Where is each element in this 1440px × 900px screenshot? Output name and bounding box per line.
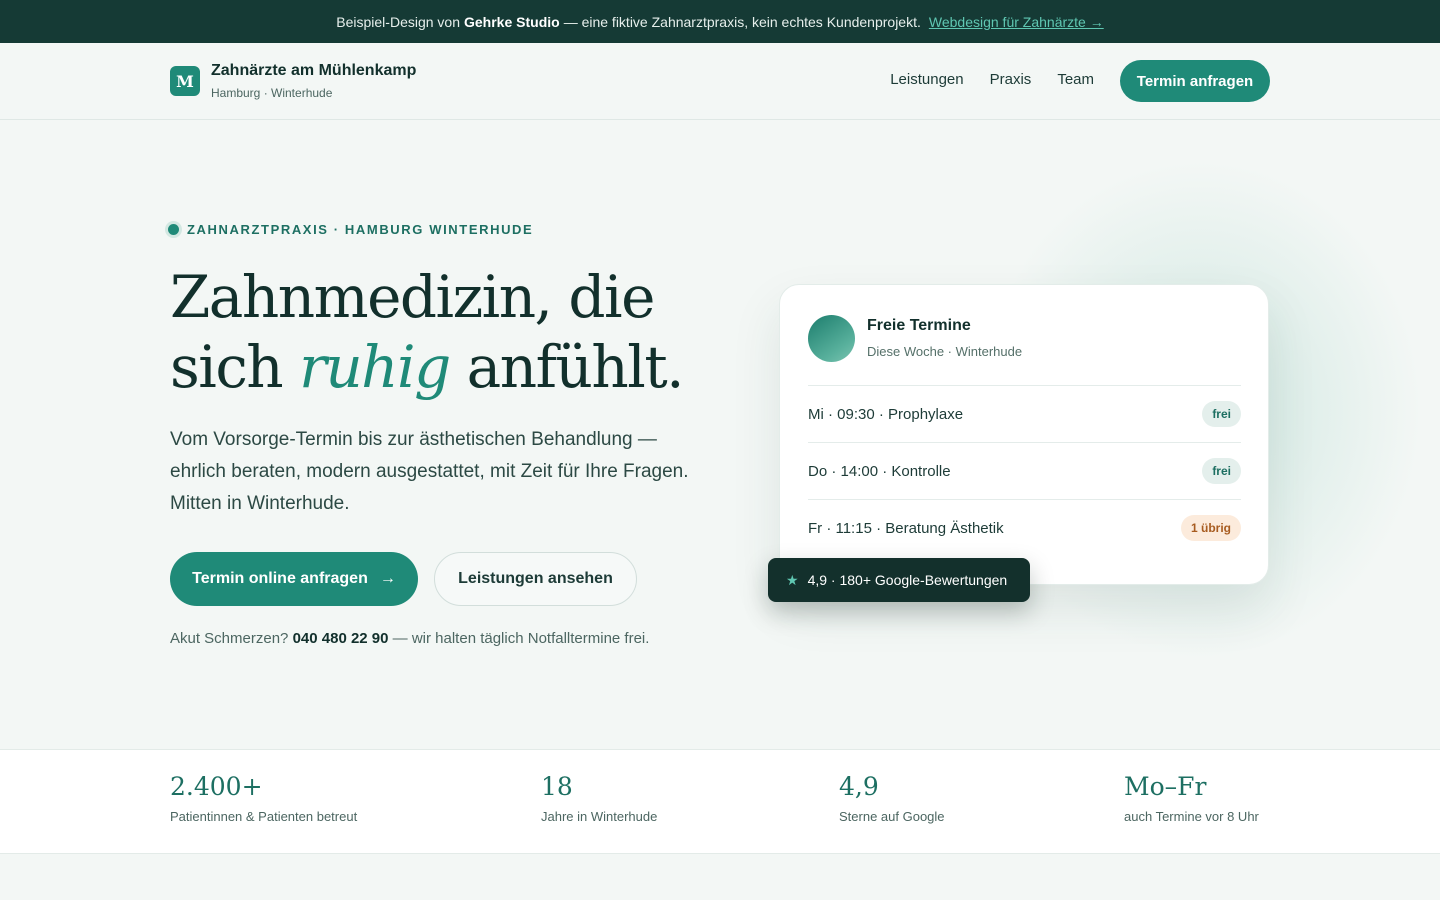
banner-suffix: — eine fiktive Zahnarztpraxis, kein echt… <box>563 13 921 30</box>
primary-button-label: Termin online anfragen <box>192 570 368 587</box>
arrow-right-icon: → <box>379 570 396 587</box>
emergency-prefix: Akut Schmerzen? <box>170 630 289 647</box>
emergency-suffix: — wir halten täglich Notfalltermine frei… <box>392 630 650 647</box>
stats-bar: 2.400+ Patientinnen & Patienten betreut … <box>0 749 1440 854</box>
status-badge: frei <box>1202 401 1241 427</box>
banner-studio: Gehrke Studio <box>464 13 560 30</box>
banner-link[interactable]: Webdesign für Zahnärzte → <box>929 14 1104 30</box>
stat-value: Mo–Fr <box>1124 772 1207 801</box>
stat-rating: 4,9 Sterne auf Google <box>839 772 945 824</box>
nav-item-team[interactable]: Team <box>1057 71 1094 88</box>
status-badge: frei <box>1202 458 1241 484</box>
stat-label: Patientinnen & Patienten betreut <box>170 809 358 824</box>
brand-name[interactable]: Zahnärzte am Mühlenkamp <box>211 62 416 80</box>
rating-text: 4,9 · 180+ Google-Bewertungen <box>807 572 1008 588</box>
status-badge: 1 übrig <box>1180 515 1241 541</box>
avatar <box>808 315 855 362</box>
termin-online-anfragen-button[interactable]: Termin online anfragen → <box>170 552 418 606</box>
hero-title-line1: Zahnmedizin, die <box>170 263 655 331</box>
slot-label: Do · 14:00 · Kontrolle <box>808 462 951 480</box>
emergency-note: Akut Schmerzen? 040 480 22 90 — wir halt… <box>170 630 649 647</box>
hero-title-line2-start: sich <box>170 333 284 401</box>
appointments-title: Freie Termine <box>867 317 971 334</box>
termin-anfragen-button[interactable]: Termin anfragen <box>1120 60 1270 102</box>
appointment-slot[interactable]: Do · 14:00 · Kontrolle frei <box>808 442 1241 499</box>
appointment-slot[interactable]: Mi · 09:30 · Prophylaxe frei <box>808 385 1241 442</box>
emergency-phone-link[interactable]: 040 480 22 90 <box>293 630 389 647</box>
hero-eyebrow: ZAHNARZTPRAXIS · HAMBURG WINTERHUDE <box>168 222 533 237</box>
appointments-subtitle: Diese Woche · Winterhude <box>867 344 1023 359</box>
banner-prefix: Beispiel-Design von <box>336 13 460 30</box>
brand-location: Hamburg · Winterhude <box>211 86 333 100</box>
nav-item-praxis[interactable]: Praxis <box>990 71 1032 88</box>
stat-label: Sterne auf Google <box>839 809 945 824</box>
stat-hours: Mo–Fr auch Termine vor 8 Uhr <box>1124 772 1259 824</box>
nav-item-leistungen[interactable]: Leistungen <box>890 71 963 88</box>
appointments-card: Freie Termine Diese Woche · Winterhude M… <box>779 284 1269 585</box>
rating-toast: ★ 4,9 · 180+ Google-Bewertungen <box>768 558 1030 602</box>
hero-title: Zahnmedizin, die sich ruhig anfühlt. <box>170 262 685 402</box>
site-header: M Zahnärzte am Mühlenkamp Hamburg · Wint… <box>0 43 1440 120</box>
eyebrow-text: ZAHNARZTPRAXIS · HAMBURG WINTERHUDE <box>187 222 534 237</box>
stat-label: Jahre in Winterhude <box>541 809 658 824</box>
stat-value: 4,9 <box>839 772 879 801</box>
leistungen-ansehen-button[interactable]: Leistungen ansehen <box>434 552 637 606</box>
hero-lead: Vom Vorsorge-Termin bis zur ästhetischen… <box>170 429 689 514</box>
stat-patients: 2.400+ Patientinnen & Patienten betreut <box>170 772 357 824</box>
hero-title-line2-end: anfühlt. <box>466 333 685 401</box>
demo-banner: Beispiel-Design von Gehrke Studio — eine… <box>0 0 1440 43</box>
star-icon: ★ <box>786 571 799 588</box>
logo-icon[interactable]: M <box>170 66 200 96</box>
stat-years: 18 Jahre in Winterhude <box>541 772 657 824</box>
main-nav: Leistungen Praxis Team <box>890 71 1094 88</box>
appointment-slot[interactable]: Fr · 11:15 · Beratung Ästhetik 1 übrig <box>808 499 1241 556</box>
stat-label: auch Termine vor 8 Uhr <box>1124 809 1259 824</box>
slot-label: Mi · 09:30 · Prophylaxe <box>808 405 964 423</box>
hero-title-emphasis: ruhig <box>299 333 451 401</box>
stat-value: 18 <box>541 772 573 801</box>
eyebrow-dot-icon <box>168 224 179 235</box>
stat-value: 2.400+ <box>170 772 263 801</box>
slot-label: Fr · 11:15 · Beratung Ästhetik <box>808 519 1004 537</box>
